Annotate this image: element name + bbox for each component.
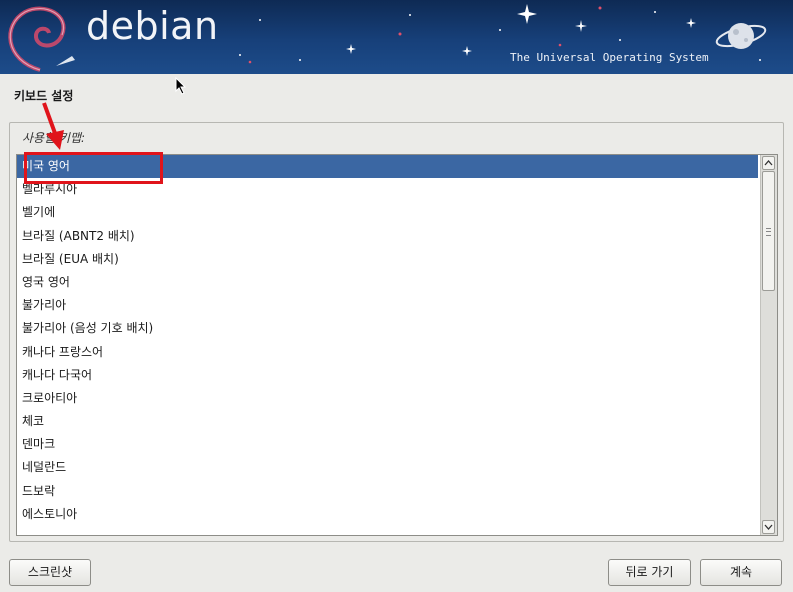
banner-tagline: The Universal Operating System (510, 51, 709, 64)
scroll-down-button[interactable] (762, 520, 775, 534)
debian-logo: debian (86, 4, 219, 48)
keymap-list-item[interactable]: 영국 영어 (17, 271, 758, 294)
keymap-list-item[interactable]: 캐나다 프랑스어 (17, 341, 758, 364)
scroll-thumb[interactable] (762, 171, 775, 291)
keymap-list-item[interactable]: 덴마크 (17, 433, 758, 456)
list-scrollbar[interactable] (760, 155, 777, 535)
keymap-list-item[interactable]: 체코 (17, 410, 758, 433)
annotation-highlight-box (24, 152, 163, 184)
annotation-arrow-icon (42, 102, 64, 150)
keymap-list-item[interactable]: 에스토니아 (17, 503, 758, 526)
grip-icon (766, 228, 771, 236)
chevron-down-icon (764, 524, 773, 530)
back-button[interactable]: 뒤로 가기 (608, 559, 691, 586)
keymap-list-item[interactable]: 브라질 (EUA 배치) (17, 248, 758, 271)
keymap-list[interactable]: 미국 영어 벨라루시아 벨기에 브라질 (ABNT2 배치) 브라질 (EUA 배치) 영… (16, 154, 778, 536)
continue-button[interactable]: 계속 (700, 559, 782, 586)
chevron-up-icon (764, 160, 773, 166)
keymap-list-items: 미국 영어 벨라루시아 벨기에 브라질 (ABNT2 배치) 브라질 (EUA 배치) 영… (17, 155, 758, 526)
keymap-list-item[interactable]: 벨기에 (17, 201, 758, 224)
screenshot-button[interactable]: 스크린샷 (9, 559, 91, 586)
keymap-list-item[interactable]: 네덜란드 (17, 456, 758, 479)
keymap-list-item[interactable]: 크로아티아 (17, 387, 758, 410)
keymap-list-item[interactable]: 드보락 (17, 480, 758, 503)
mouse-cursor-icon (175, 77, 187, 95)
keymap-list-item[interactable]: 불가리아 (17, 294, 758, 317)
keymap-list-item[interactable]: 캐나다 다국어 (17, 364, 758, 387)
scroll-up-button[interactable] (762, 156, 775, 170)
keymap-list-item[interactable]: 불가리아 (음성 기호 배치) (17, 317, 758, 340)
keymap-list-item[interactable]: 브라질 (ABNT2 배치) (17, 225, 758, 248)
debian-banner: debian The Universal Operating System (0, 0, 793, 74)
